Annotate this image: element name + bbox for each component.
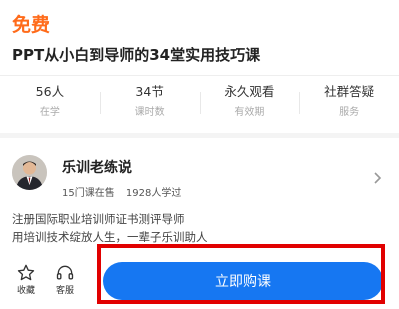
divider (0, 75, 399, 76)
stat-value: 社群答疑 (324, 84, 375, 99)
teacher-meta: 15门课在售 1928人学过 (62, 184, 189, 199)
service-label: 客服 (55, 286, 74, 296)
bio-line: 用培训技术绽放人生，一辈子乐训助人 (12, 230, 208, 244)
stat-label: 课时数 (134, 107, 165, 118)
course-stats: 56人 在学 34节 课时数 永久观看 有效期 社群答疑 服务 (0, 84, 399, 124)
course-title: PPT从小白到导师的34堂实用技巧课 (12, 46, 261, 64)
bottom-action-bar: 收藏 客服 立即购课 (0, 252, 399, 309)
favorite-button[interactable]: 收藏 (11, 263, 41, 297)
course-count: 15门课在售 (62, 188, 115, 199)
headset-icon (56, 265, 74, 280)
stat-lessons: 34节 课时数 (99, 84, 200, 124)
buy-course-button[interactable]: 立即购课 (103, 262, 383, 300)
bio-line: 注册国际职业培训师证书测评导师 (12, 212, 185, 226)
stat-service: 社群答疑 服务 (299, 84, 399, 124)
stat-value: 34节 (135, 84, 164, 99)
stat-value: 56人 (35, 84, 65, 99)
favorite-label: 收藏 (16, 286, 35, 296)
student-count: 1928人学过 (125, 188, 182, 199)
chevron-right-icon[interactable] (373, 171, 383, 185)
avatar (12, 155, 47, 190)
price-label: 免费 (12, 14, 51, 36)
customer-service-button[interactable]: 客服 (50, 263, 80, 297)
stat-label: 有效期 (234, 107, 265, 118)
stat-validity: 永久观看 有效期 (199, 84, 300, 124)
stat-learners: 56人 在学 (0, 84, 100, 124)
course-info-card: 免费 PPT从小白到导师的34堂实用技巧课 56人 在学 34节 课时数 永久观… (0, 0, 399, 133)
stat-label: 服务 (339, 107, 360, 118)
star-icon (17, 264, 35, 281)
stat-value: 永久观看 (224, 84, 275, 99)
stat-label: 在学 (39, 107, 60, 118)
teacher-bio: 注册国际职业培训师证书测评导师 用培训技术绽放人生，一辈子乐训助人 (12, 210, 382, 246)
teacher-name: 乐训老练说 (62, 160, 132, 176)
